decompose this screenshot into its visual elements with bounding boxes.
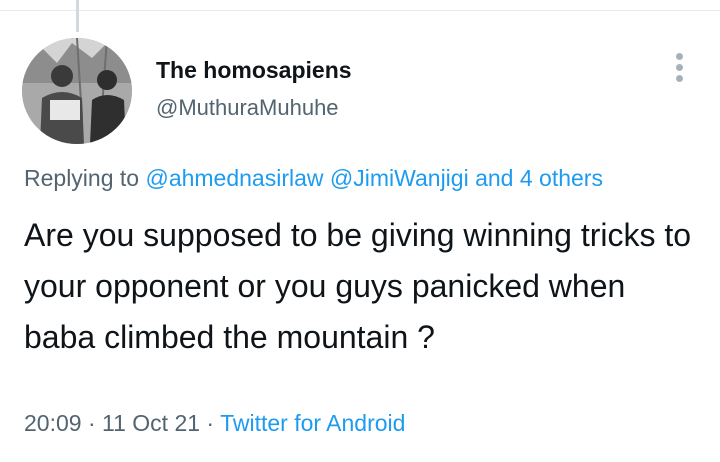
tweet-text: Are you supposed to be giving winning tr… [24,217,692,355]
top-divider [0,10,720,11]
mention-link[interactable]: @JimiWanjigi [330,165,469,191]
avatar[interactable] [22,38,132,144]
tweet-meta: 20:09 · 11 Oct 21 · Twitter for Android [24,410,405,437]
replying-to: Replying to @ahmednasirlaw @JimiWanjigi … [24,165,603,192]
tweet-date[interactable]: 11 Oct 21 [102,410,200,436]
more-vertical-icon[interactable] [668,50,692,86]
more-dot [676,64,683,71]
profile-photo [22,38,132,144]
separator: · [81,410,103,436]
separator: · [200,410,221,436]
tweet-source-link[interactable]: Twitter for Android [220,410,405,436]
mention-link[interactable]: @ahmednasirlaw [145,165,323,191]
tweet-time[interactable]: 20:09 [24,410,82,436]
author-display-name[interactable]: The homosapiens [156,57,352,84]
replying-to-label: Replying to [24,165,140,191]
author-handle[interactable]: @MuthuraMuhuhe [156,95,339,121]
more-dot [676,75,683,82]
more-dot [676,53,683,60]
thread-connector-line [76,0,79,32]
others-link[interactable]: and 4 others [475,165,603,191]
